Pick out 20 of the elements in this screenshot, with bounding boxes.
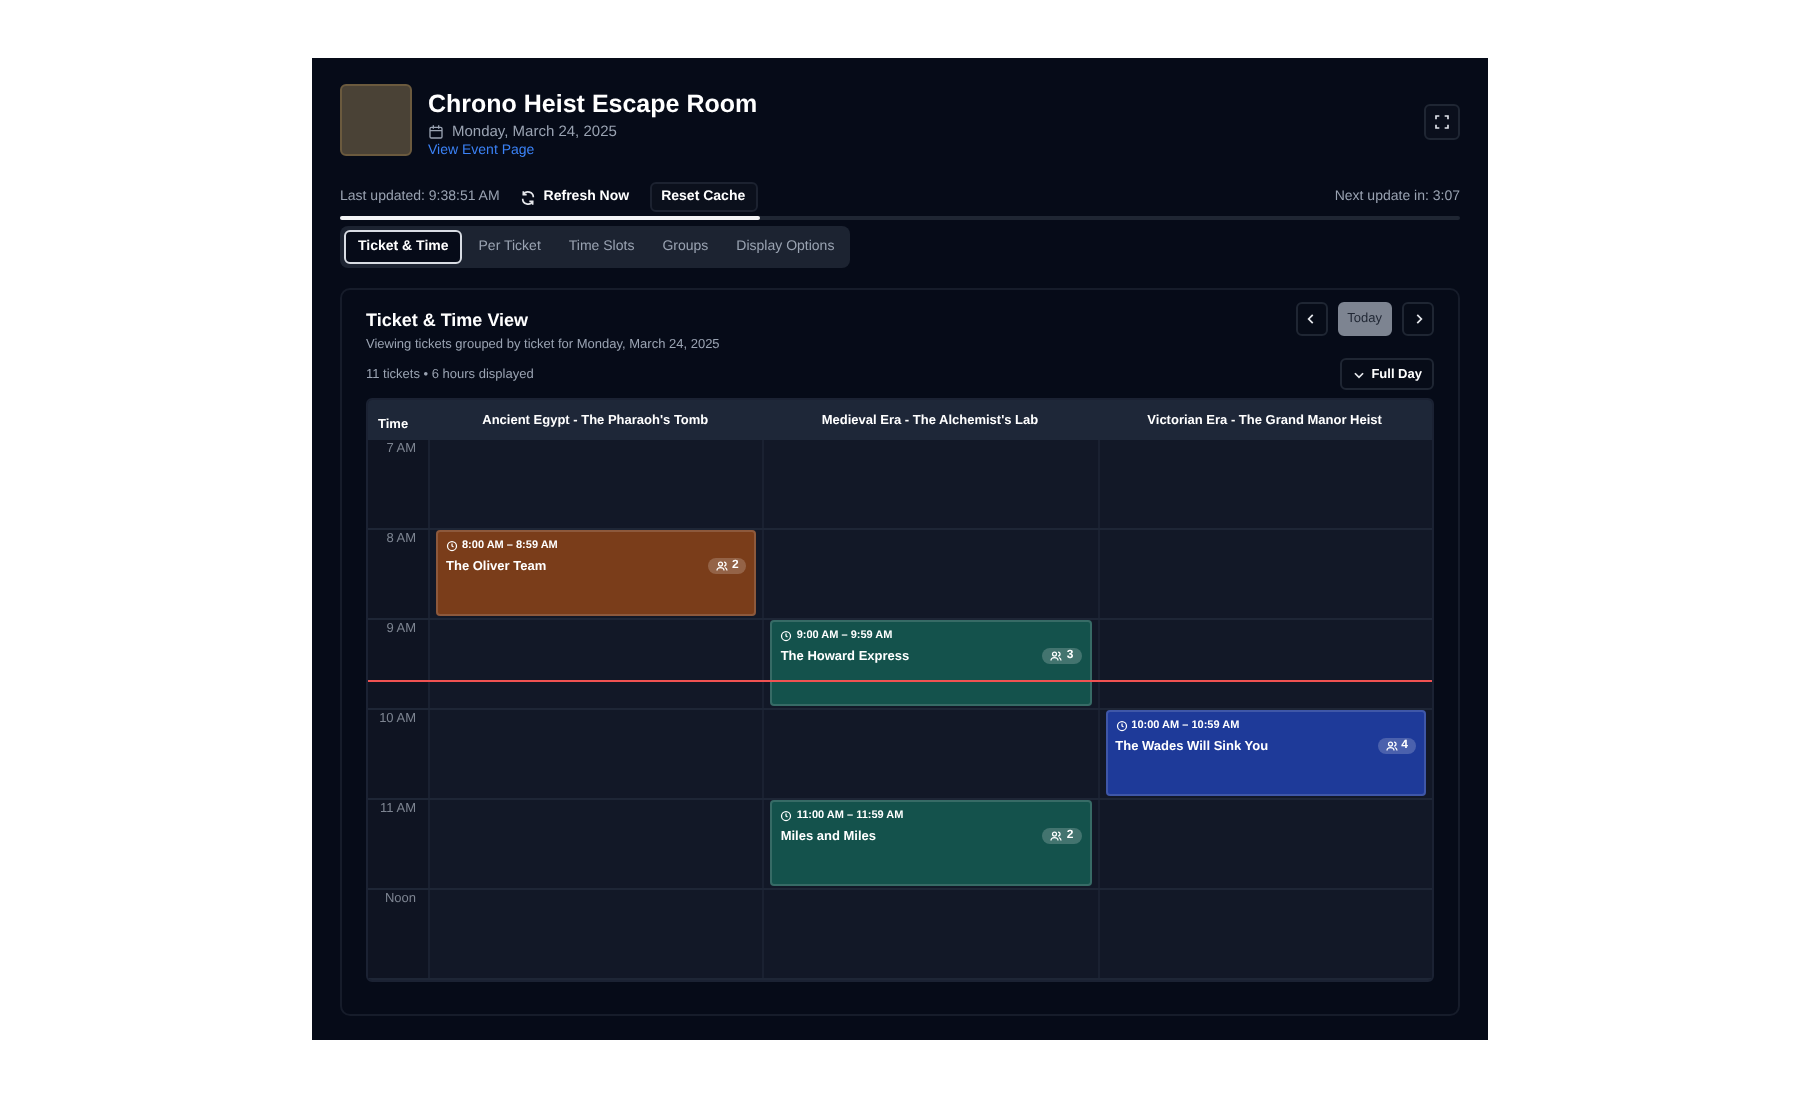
logo-placeholder [340, 84, 412, 156]
clock-icon [1115, 720, 1128, 732]
chevron-right-icon [1411, 312, 1425, 326]
clock-icon [780, 630, 793, 642]
chevron-left-icon [1304, 312, 1319, 326]
next-button[interactable] [1402, 302, 1434, 336]
calendar-icon [428, 123, 444, 139]
fullscreen-icon [1434, 114, 1450, 130]
event-title: Chrono Heist Escape Room [428, 90, 760, 118]
chevron-down-icon [1351, 367, 1366, 381]
people-icon [1050, 830, 1063, 842]
people-icon [1050, 650, 1063, 662]
people-icon [715, 560, 728, 572]
view-title: Ticket & Time View [366, 309, 529, 329]
clock-icon [780, 810, 793, 822]
people-icon [1385, 740, 1398, 752]
fullscreen-button[interactable] [1424, 104, 1460, 140]
clock-icon [446, 540, 458, 552]
refresh-icon [519, 189, 536, 205]
previous-button[interactable] [1295, 302, 1328, 336]
